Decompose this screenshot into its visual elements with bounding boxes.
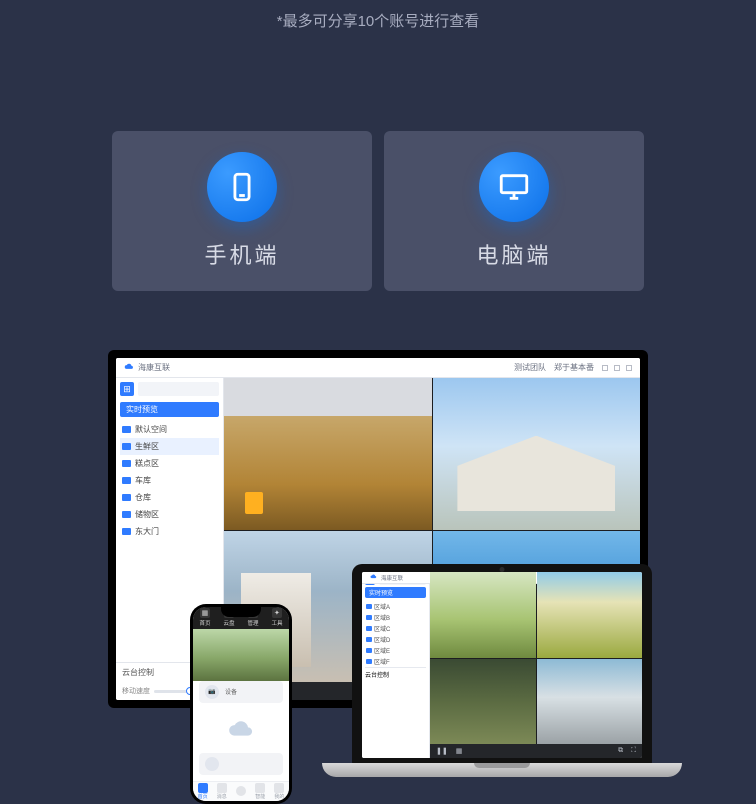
minimize-button[interactable] (602, 365, 608, 371)
platform-label-desktop: 电脑端 (476, 238, 551, 270)
tree-item[interactable]: 默认空间 (120, 421, 219, 438)
tree-item[interactable]: 仓库 (120, 489, 219, 506)
monitor-icon (479, 152, 549, 222)
folder-icon (122, 460, 131, 467)
folder-icon (122, 477, 131, 484)
tree-item[interactable]: 区域B (365, 612, 426, 623)
tab-live-preview[interactable]: 实时预览 (365, 587, 426, 598)
add-icon (236, 786, 246, 796)
folder-icon (366, 626, 372, 631)
search-input[interactable] (138, 382, 219, 396)
maximize-button[interactable] (614, 365, 620, 371)
platform-label-mobile: 手机端 (204, 238, 279, 270)
folder-icon (122, 494, 131, 501)
top-tab[interactable]: ✦工具 (271, 608, 282, 627)
snapshot-icon[interactable]: ⧉ (618, 747, 623, 755)
phone-app: ▦首页 ☁云盘 ⌂管理 ✦工具 📷 设备 首页 消息 (193, 607, 289, 801)
desktop-titlebar: 海康互联 测试团队 郑于基本番 (116, 358, 640, 378)
area-tree: 默认空间 生鲜区 糕点区 车库 仓库 储物区 东大门 (116, 421, 223, 540)
list-item[interactable] (199, 753, 283, 775)
ptz-slider-label: 移动速度 (122, 686, 150, 696)
platform-card-desktop[interactable]: 电脑端 (384, 131, 644, 291)
ptz-title: 云台控制 (365, 667, 426, 679)
view-toolbar: ❚❚ ▦ ⧉ ⛶ (430, 744, 642, 758)
folder-icon (366, 615, 372, 620)
folder-icon (122, 511, 131, 518)
camera-feed[interactable] (430, 659, 536, 745)
folder-icon (122, 443, 131, 450)
nav-item[interactable]: 智能 (255, 783, 265, 800)
desktop-header-user[interactable]: 郑于基本番 (554, 362, 594, 373)
cloud-storage-graphic (199, 709, 283, 747)
laptop-base (322, 763, 682, 777)
tree-item[interactable]: 区域E (365, 645, 426, 656)
tree-item[interactable]: 生鲜区 (120, 438, 219, 455)
nav-item[interactable]: 我的 (274, 783, 284, 800)
nav-item[interactable]: 首页 (198, 783, 208, 800)
laptop-device: 海康互联 ⊞ 实时预览 区域A (322, 564, 682, 804)
pause-icon[interactable]: ❚❚ (436, 747, 448, 755)
device-showcase: 海康互联 测试团队 郑于基本番 ⊞ (0, 350, 756, 804)
nav-item[interactable] (236, 786, 246, 796)
folder-icon (122, 426, 131, 433)
laptop-app-window: 海康互联 ⊞ 实时预览 区域A (362, 572, 642, 758)
list-item[interactable]: 📷 设备 (199, 681, 283, 703)
tree-item[interactable]: 区域A (365, 601, 426, 612)
fullscreen-icon[interactable]: ⛶ (631, 747, 636, 755)
share-limit-note: *最多可分享10个账号进行查看 (0, 0, 756, 31)
camera-feed[interactable] (430, 572, 536, 658)
top-tab[interactable]: ▦首页 (199, 608, 210, 627)
tree-item[interactable]: 区域C (365, 623, 426, 634)
message-icon (217, 783, 227, 793)
laptop-app-title: 海康互联 (381, 574, 403, 582)
close-button[interactable] (626, 365, 632, 371)
ptz-title: 云台控制 (122, 667, 154, 678)
cloud-icon (124, 363, 134, 373)
apps-grid-icon[interactable]: ⊞ (120, 382, 134, 396)
nav-item[interactable]: 消息 (217, 783, 227, 800)
platform-card-mobile[interactable]: 手机端 (112, 131, 372, 291)
desktop-app-title: 海康互联 (138, 362, 170, 373)
phone-icon (207, 152, 277, 222)
tree-item[interactable]: 车库 (120, 472, 219, 489)
phone-bottom-nav: 首页 消息 智能 我的 (193, 781, 289, 801)
layout-icon[interactable]: ▦ (456, 747, 463, 755)
camera-feed[interactable] (537, 659, 643, 745)
folder-icon (366, 604, 372, 609)
laptop-sidebar: ⊞ 实时预览 区域A 区域B 区域C 区域D 区域E 区域F 云台控制 (362, 572, 430, 758)
folder-icon (122, 528, 131, 535)
window-controls (602, 365, 632, 371)
camera-feed[interactable] (537, 572, 643, 658)
camera-feed[interactable] (193, 629, 289, 680)
camera-feed[interactable] (433, 378, 641, 530)
smart-icon (255, 783, 265, 793)
tree-item[interactable]: 区域D (365, 634, 426, 645)
device-icon: 📷 (205, 685, 219, 699)
tree-item[interactable]: 区域F (365, 656, 426, 667)
folder-icon (366, 648, 372, 653)
platform-cards: 手机端 电脑端 (0, 131, 756, 291)
folder-icon (366, 637, 372, 642)
desktop-header-team[interactable]: 测试团队 (514, 362, 546, 373)
phone-content: 📷 设备 (193, 675, 289, 781)
camera-feed[interactable] (224, 378, 432, 530)
camera-grid (430, 572, 642, 744)
tree-item[interactable]: 东大门 (120, 523, 219, 540)
home-icon: ▦ (200, 608, 210, 618)
tree-item[interactable]: 储物区 (120, 506, 219, 523)
folder-icon (366, 659, 372, 664)
tree-item[interactable]: 糕点区 (120, 455, 219, 472)
tool-icon: ✦ (272, 608, 282, 618)
home-icon (198, 783, 208, 793)
tab-live-preview[interactable]: 实时预览 (120, 402, 219, 417)
phone-device: ▦首页 ☁云盘 ⌂管理 ✦工具 📷 设备 首页 消息 (190, 604, 292, 804)
phone-notch (221, 607, 261, 617)
profile-icon (274, 783, 284, 793)
cloud-icon (370, 574, 377, 581)
dot-icon (205, 757, 219, 771)
